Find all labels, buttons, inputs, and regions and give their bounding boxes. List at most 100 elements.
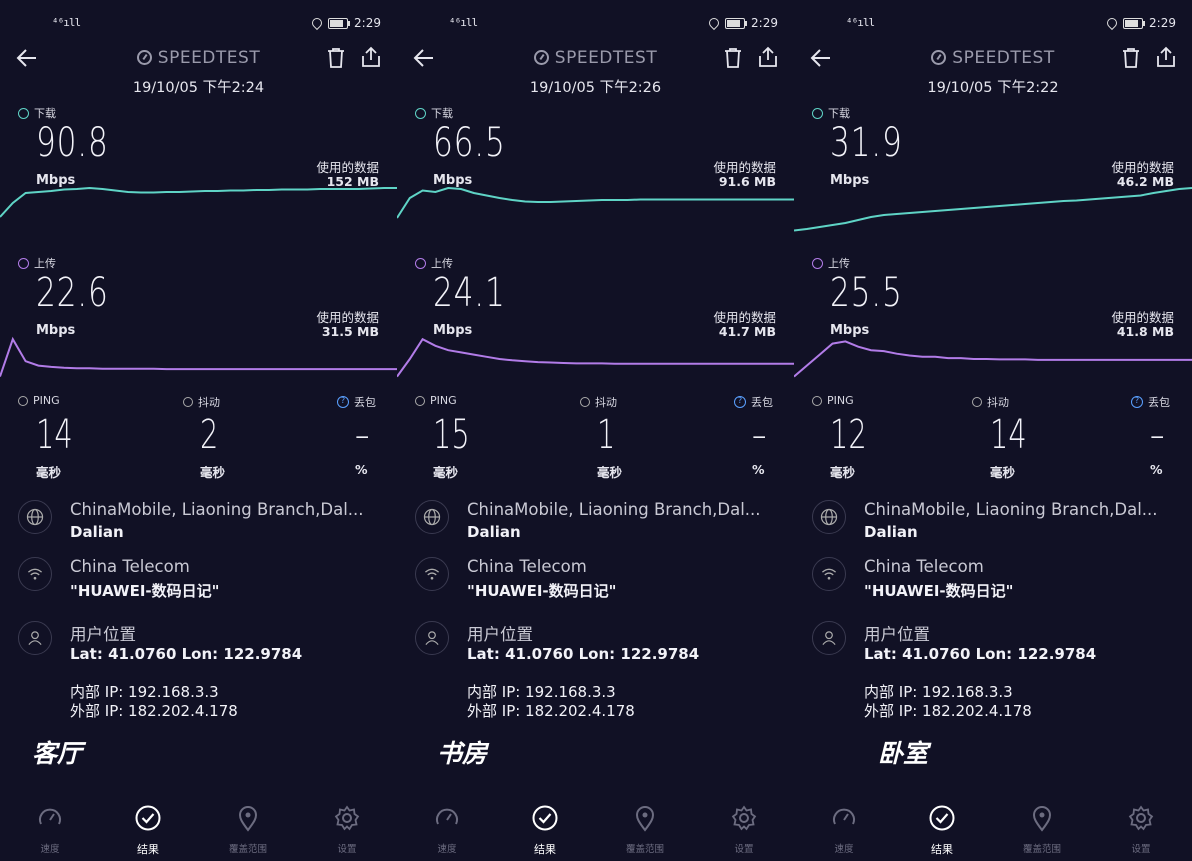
upload-graph (0, 336, 397, 377)
jitter-icon (580, 397, 590, 407)
server-city: Dalian (467, 523, 521, 541)
upload-icon (812, 257, 823, 269)
upload-speed: 22.6 (36, 270, 109, 316)
share-icon[interactable] (1156, 46, 1176, 68)
gauge-icon (931, 50, 947, 65)
wifi-icon (415, 557, 449, 591)
status-bar: ⁴⁶ıll 2:29 (397, 14, 794, 34)
map-pin-icon (635, 806, 655, 832)
ping-icon (415, 395, 425, 406)
server-city: Dalian (864, 523, 918, 541)
loss-label: ? 丢包 (1131, 394, 1170, 410)
jitter-value: 14 (990, 412, 1027, 458)
ping-label: PING (415, 394, 457, 407)
help-icon[interactable]: ? (1131, 396, 1143, 408)
bottom-nav: 速度 结果 覆盖范围 设置 (0, 800, 397, 860)
ping-icon (812, 395, 822, 406)
test-date: 19/10/05 下午2:26 (529, 80, 662, 96)
internal-ip: 内部 IP: 192.168.3.3 (70, 683, 219, 701)
download-graph (794, 187, 1192, 232)
gear-icon (334, 805, 360, 831)
check-circle-icon (929, 805, 955, 831)
download-icon (18, 107, 29, 119)
speedometer-icon (39, 808, 61, 825)
location-icon (309, 15, 325, 31)
room-caption: 客厅 (32, 739, 83, 768)
wifi-ssid: "HUAWEI-数码日记" (70, 582, 220, 600)
user-icon (18, 621, 52, 655)
upload-graph (794, 340, 1192, 378)
wifi-ssid: "HUAWEI-数码日记" (467, 582, 617, 600)
top-bar: SPEEDTEST (794, 44, 1192, 74)
loss-value: – (752, 412, 767, 458)
loss-label: ? 丢包 (734, 394, 773, 410)
bottom-nav: 速度 结果 覆盖范围 设置 (794, 800, 1192, 860)
test-date: 19/10/05 下午2:22 (927, 80, 1059, 96)
status-bar: ⁴⁶ıll 2:29 (794, 14, 1192, 34)
top-bar: SPEEDTEST (397, 44, 794, 74)
test-date: 19/10/05 下午2:24 (132, 80, 265, 96)
map-pin-icon (238, 806, 258, 832)
check-circle-icon (532, 805, 558, 831)
external-ip: 外部 IP: 182.202.4.178 (864, 702, 1032, 720)
ping-unit: 毫秒 (433, 465, 459, 480)
gauge-icon (533, 50, 549, 65)
loss-value: – (355, 412, 370, 458)
ping-unit: 毫秒 (36, 465, 62, 480)
gear-icon (731, 805, 757, 831)
location-icon (1104, 15, 1120, 31)
speedometer-icon (436, 808, 458, 825)
user-coordinates: Lat: 41.0760 Lon: 122.9784 (467, 645, 700, 663)
speedtest-comparison: ⁴⁶ıll 2:29 SPEEDTEST 19/10/05 下午2:24 下载 … (0, 0, 1192, 861)
location-icon (706, 15, 722, 31)
room-caption: 卧室 (878, 739, 929, 768)
user-icon (812, 621, 846, 655)
status-time: 2:29 (751, 16, 778, 30)
jitter-icon (183, 397, 193, 407)
speedtest-result-screen: ⁴⁶ıll 2:29 SPEEDTEST 19/10/05 下午2:24 下载 … (0, 0, 397, 861)
gauge-icon (136, 50, 152, 65)
user-coordinates: Lat: 41.0760 Lon: 122.9784 (70, 645, 303, 663)
top-bar: SPEEDTEST (0, 44, 397, 74)
trash-icon[interactable] (327, 47, 345, 69)
bottom-nav: 速度 结果 覆盖范围 设置 (397, 800, 794, 860)
isp-name: ChinaMobile, Liaoning Branch,Dal... (70, 500, 364, 519)
jitter-value: 2 (200, 412, 219, 458)
loss-label: ? 丢包 (337, 394, 376, 410)
trash-icon[interactable] (724, 47, 742, 69)
help-icon[interactable]: ? (734, 396, 746, 408)
speedometer-icon (833, 808, 855, 825)
battery-icon (1123, 17, 1146, 29)
battery-icon (328, 17, 351, 29)
ping-label: PING (18, 394, 60, 407)
download-graph (0, 186, 397, 218)
isp-name: ChinaMobile, Liaoning Branch,Dal... (467, 500, 761, 519)
external-ip: 外部 IP: 182.202.4.178 (467, 702, 635, 720)
share-icon[interactable] (758, 46, 778, 68)
jitter-label: 抖动 (972, 394, 1009, 410)
download-graph (397, 186, 794, 219)
loss-value: – (1150, 412, 1165, 458)
loss-unit: % (355, 462, 368, 477)
ping-value: 12 (830, 412, 867, 458)
internal-ip: 内部 IP: 192.168.3.3 (467, 683, 616, 701)
map-pin-icon (1032, 806, 1052, 832)
ping-value: 14 (36, 412, 73, 458)
gear-icon (1128, 805, 1154, 831)
loss-unit: % (1150, 462, 1163, 477)
user-location-label: 用户位置 (864, 625, 930, 644)
ping-label: PING (812, 394, 854, 407)
download-icon (415, 107, 426, 119)
user-location-label: 用户位置 (70, 625, 136, 644)
jitter-value: 1 (597, 412, 616, 458)
speedtest-result-screen: ⁴⁶ıll 2:29 SPEEDTEST 19/10/05 下午2:26 下载 … (397, 0, 794, 861)
share-icon[interactable] (361, 46, 381, 68)
jitter-icon (972, 397, 982, 407)
jitter-label: 抖动 (183, 394, 220, 410)
trash-icon[interactable] (1122, 47, 1140, 69)
speedtest-result-screen: ⁴⁶ıll 2:29 SPEEDTEST 19/10/05 下午2:22 下载 … (794, 0, 1192, 861)
battery-icon (725, 17, 748, 29)
upload-icon (415, 257, 426, 269)
help-icon[interactable]: ? (337, 396, 349, 408)
check-circle-icon (135, 805, 161, 831)
